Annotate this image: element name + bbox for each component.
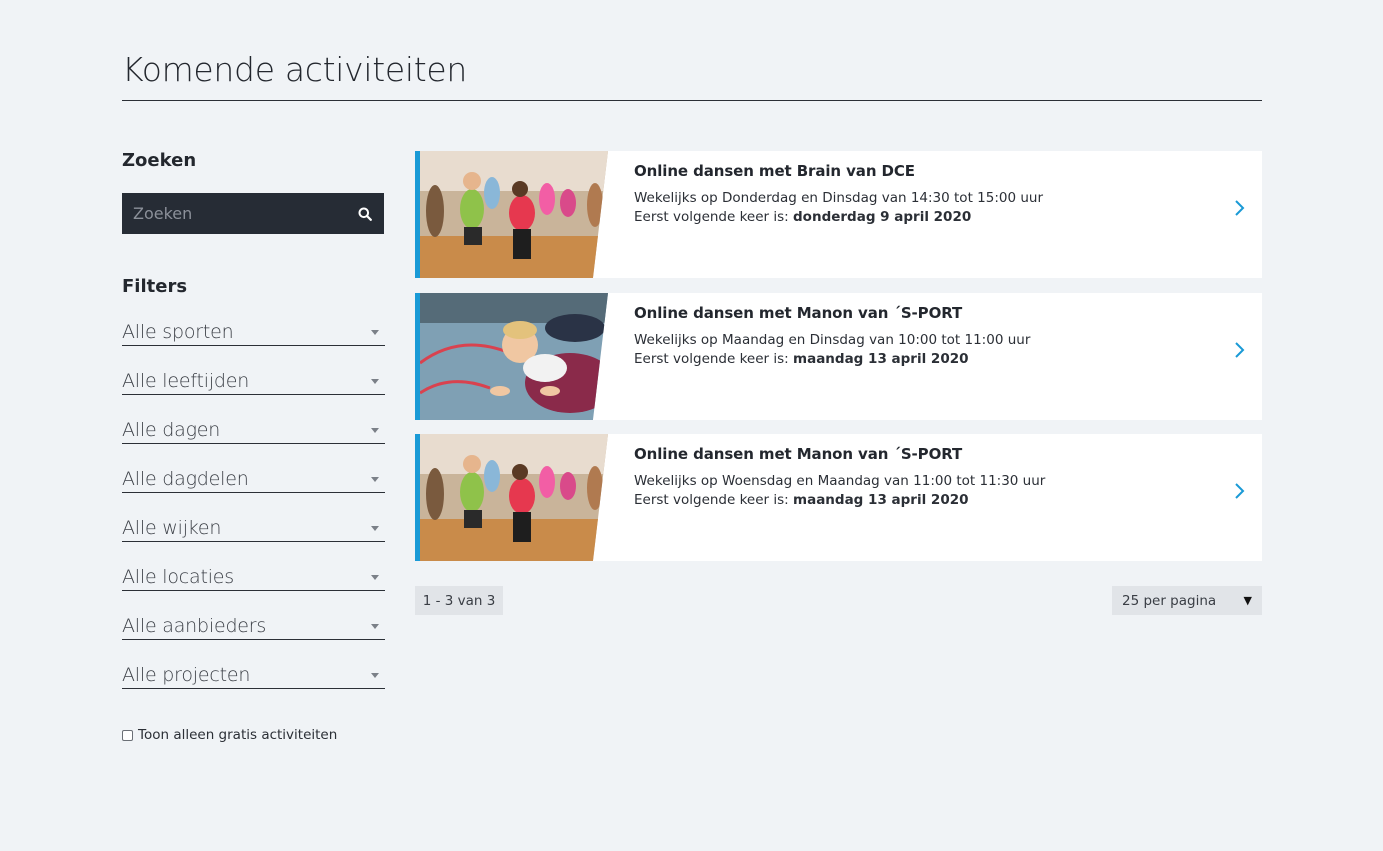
activity-card[interactable]: Online dansen met Manon van ´S-PORT Weke… <box>415 293 1262 420</box>
card-title[interactable]: Online dansen met Manon van ´S-PORT <box>634 445 1045 463</box>
per-page-label: 25 per pagina <box>1122 592 1217 609</box>
caret-down-icon <box>371 575 379 580</box>
search-input[interactable] <box>133 204 357 223</box>
caret-down-icon: ▼ <box>1243 594 1252 607</box>
filter-providers-select[interactable]: Alle aanbieders <box>122 614 385 640</box>
card-info: Online dansen met Manon van ´S-PORT Weke… <box>634 304 1030 369</box>
filter-label: Alle wijken <box>122 517 222 539</box>
filter-label: Alle dagen <box>122 419 221 441</box>
card-schedule: Wekelijks op Maandag en Dinsdag van 10:0… <box>634 332 1031 348</box>
filter-locations-select[interactable]: Alle locaties <box>122 565 385 591</box>
filter-days-select[interactable]: Alle dagen <box>122 418 385 444</box>
crawling-child-photo <box>420 293 608 420</box>
per-page-select[interactable]: 25 per pagina ▼ <box>1112 586 1262 615</box>
next-date-prefix: Eerst volgende keer is: <box>634 351 794 367</box>
filter-districts-select[interactable]: Alle wijken <box>122 516 385 542</box>
next-date-prefix: Eerst volgende keer is: <box>634 209 794 225</box>
filter-sports-select[interactable]: Alle sporten <box>122 320 385 346</box>
chevron-right-icon[interactable] <box>1232 341 1246 359</box>
chevron-right-icon[interactable] <box>1232 199 1246 217</box>
dance-class-photo <box>420 434 608 561</box>
results-range: 1 - 3 van 3 <box>415 586 503 615</box>
filter-label: Alle projecten <box>122 664 251 686</box>
card-schedule: Wekelijks op Donderdag en Dinsdag van 14… <box>634 190 1044 206</box>
search-box <box>122 193 384 234</box>
caret-down-icon <box>371 624 379 629</box>
page-title: Komende activiteiten <box>122 50 468 89</box>
next-date-value: maandag 13 april 2020 <box>793 492 969 508</box>
card-schedule: Wekelijks op Woensdag en Maandag van 11:… <box>634 473 1046 489</box>
activity-card[interactable]: Online dansen met Manon van ´S-PORT Weke… <box>415 434 1262 561</box>
search-heading: Zoeken <box>122 150 197 171</box>
filter-dayparts-select[interactable]: Alle dagdelen <box>122 467 385 493</box>
card-title[interactable]: Online dansen met Manon van ´S-PORT <box>634 304 1030 322</box>
card-next-date-line: Eerst volgende keer is: maandag 13 april… <box>634 491 1045 510</box>
filter-projects-select[interactable]: Alle projecten <box>122 663 385 689</box>
search-icon[interactable] <box>357 206 373 222</box>
card-next-date-line: Eerst volgende keer is: donderdag 9 apri… <box>634 208 1043 227</box>
title-divider <box>122 100 1262 101</box>
filter-label: Alle aanbieders <box>122 615 267 637</box>
card-info: Online dansen met Manon van ´S-PORT Weke… <box>634 445 1045 510</box>
caret-down-icon <box>371 673 379 678</box>
caret-down-icon <box>371 526 379 531</box>
next-date-prefix: Eerst volgende keer is: <box>634 492 794 508</box>
filter-ages-select[interactable]: Alle leeftijden <box>122 369 385 395</box>
activity-card[interactable]: Online dansen met Brain van DCE Wekelijk… <box>415 151 1262 278</box>
card-accent-bar <box>415 434 420 561</box>
free-only-toggle[interactable]: Toon alleen gratis activiteiten <box>122 727 337 743</box>
card-info: Online dansen met Brain van DCE Wekelijk… <box>634 162 1043 227</box>
free-only-checkbox[interactable] <box>122 729 133 741</box>
caret-down-icon <box>371 379 379 384</box>
caret-down-icon <box>371 477 379 482</box>
card-next-date-line: Eerst volgende keer is: maandag 13 april… <box>634 350 1030 369</box>
chevron-right-icon[interactable] <box>1232 482 1246 500</box>
filter-label: Alle leeftijden <box>122 370 250 392</box>
card-accent-bar <box>415 293 420 420</box>
next-date-value: maandag 13 april 2020 <box>793 351 969 367</box>
free-only-label: Toon alleen gratis activiteiten <box>138 727 338 743</box>
caret-down-icon <box>371 428 379 433</box>
filter-label: Alle locaties <box>122 566 234 588</box>
dance-class-photo <box>420 151 608 278</box>
filter-label: Alle sporten <box>122 321 234 343</box>
filter-label: Alle dagdelen <box>122 468 249 490</box>
filters-heading: Filters <box>122 276 188 297</box>
card-title[interactable]: Online dansen met Brain van DCE <box>634 162 1043 180</box>
card-accent-bar <box>415 151 420 278</box>
caret-down-icon <box>371 330 379 335</box>
next-date-value: donderdag 9 april 2020 <box>793 209 972 225</box>
